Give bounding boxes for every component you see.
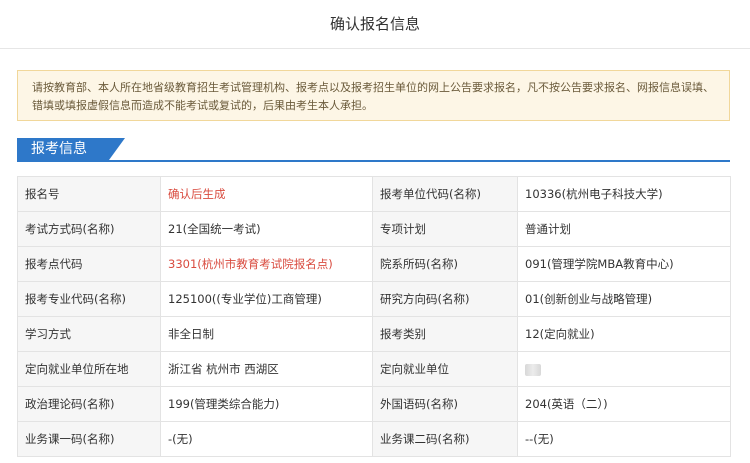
value-research-direction: 01(创新创业与战略管理) [517, 281, 731, 317]
value-study-mode: 非全日制 [160, 316, 373, 352]
value-subject-two-code: --(无) [517, 421, 731, 457]
value-application-type: 12(定向就业) [517, 316, 731, 352]
value-exam-mode: 21(全国统一考试) [160, 211, 373, 247]
value-major-code: 125100((专业学位)工商管理) [160, 281, 373, 317]
section-header: 报考信息 [17, 138, 730, 162]
label-politics-code: 政治理论码(名称) [17, 386, 161, 422]
value-politics-code: 199(管理类综合能力) [160, 386, 373, 422]
value-employer-location: 浙江省 杭州市 西湖区 [160, 351, 373, 387]
table-row: 报考专业代码(名称) 125100((专业学位)工商管理) 研究方向码(名称) … [17, 281, 731, 317]
table-row: 学习方式 非全日制 报考类别 12(定向就业) [17, 316, 731, 352]
redacted-text-blur [525, 363, 541, 376]
label-registration-number: 报名号 [17, 176, 161, 212]
label-subject-one-code: 业务课一码(名称) [17, 421, 161, 457]
label-department-code: 院系所码(名称) [372, 246, 518, 282]
table-row: 报名号 确认后生成 报考单位代码(名称) 10336(杭州电子科技大学) [17, 176, 731, 212]
label-research-direction: 研究方向码(名称) [372, 281, 518, 317]
label-unit-code: 报考单位代码(名称) [372, 176, 518, 212]
page-header: 确认报名信息 [0, 0, 750, 49]
table-row: 报考点代码 3301(杭州市教育考试院报名点) 院系所码(名称) 091(管理学… [17, 246, 731, 282]
label-exam-site-code: 报考点代码 [17, 246, 161, 282]
notice-text: 请按教育部、本人所在地省级教育招生考试管理机构、报考点以及报考招生单位的网上公告… [32, 81, 714, 112]
label-employer-location: 定向就业单位所在地 [17, 351, 161, 387]
label-application-type: 报考类别 [372, 316, 518, 352]
section-tab-tail [109, 138, 125, 160]
value-registration-number: 确认后生成 [160, 176, 373, 212]
value-foreign-language-code: 204(英语（二）) [517, 386, 731, 422]
section-underline [17, 160, 730, 162]
value-department-code: 091(管理学院MBA教育中心) [517, 246, 731, 282]
label-study-mode: 学习方式 [17, 316, 161, 352]
value-special-plan: 普通计划 [517, 211, 731, 247]
registration-info-table: 报名号 确认后生成 报考单位代码(名称) 10336(杭州电子科技大学) 考试方… [17, 176, 731, 457]
label-foreign-language-code: 外国语码(名称) [372, 386, 518, 422]
table-row: 考试方式码(名称) 21(全国统一考试) 专项计划 普通计划 [17, 211, 731, 247]
label-employer: 定向就业单位 [372, 351, 518, 387]
section-title: 报考信息 [31, 141, 87, 157]
value-employer [517, 351, 731, 387]
table-row: 定向就业单位所在地 浙江省 杭州市 西湖区 定向就业单位 [17, 351, 731, 387]
table-row: 业务课一码(名称) -(无) 业务课二码(名称) --(无) [17, 421, 731, 457]
label-major-code: 报考专业代码(名称) [17, 281, 161, 317]
page-title: 确认报名信息 [329, 15, 420, 33]
label-subject-two-code: 业务课二码(名称) [372, 421, 518, 457]
section-tab: 报考信息 [17, 138, 109, 160]
table-row: 政治理论码(名称) 199(管理类综合能力) 外国语码(名称) 204(英语（二… [17, 386, 731, 422]
value-exam-site-code: 3301(杭州市教育考试院报名点) [160, 246, 373, 282]
label-special-plan: 专项计划 [372, 211, 518, 247]
label-exam-mode: 考试方式码(名称) [17, 211, 161, 247]
value-subject-one-code: -(无) [160, 421, 373, 457]
value-unit-code: 10336(杭州电子科技大学) [517, 176, 731, 212]
notice-box: 请按教育部、本人所在地省级教育招生考试管理机构、报考点以及报考招生单位的网上公告… [17, 70, 730, 121]
